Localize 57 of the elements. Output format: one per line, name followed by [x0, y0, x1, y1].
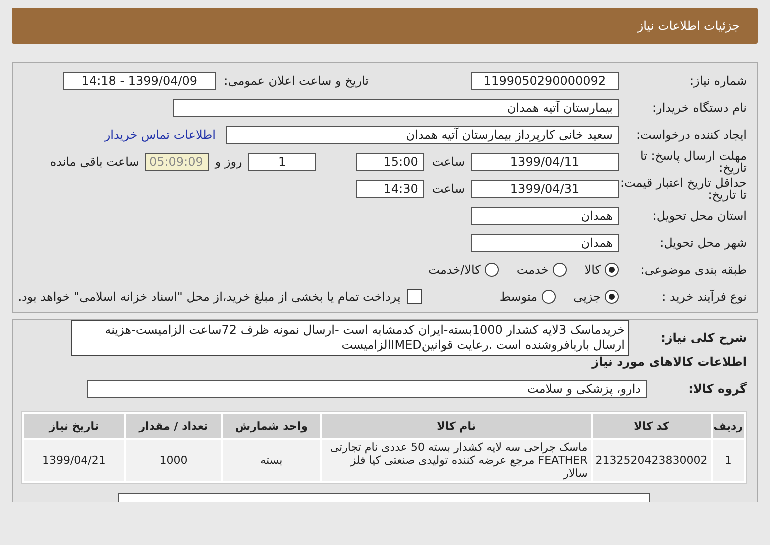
radio-label: کالا — [584, 262, 601, 276]
description-box: خریدماسک 3لایه کشدار 1000بسته-ایران کدمشابه است -ارسال نمونه ظرف 72ساعت الزامیست-هزینه ارسال باربافروشنده است .رعایت قوانینIMEDالزامیست — [71, 320, 629, 356]
field-label: حداقل تاریخ اعتبار قیمت: تا تاریخ: — [619, 176, 747, 200]
field-label: گروه کالا: — [688, 382, 747, 394]
input-field[interactable]: همدان — [471, 234, 619, 252]
table-cell: ماسک جراحی سه لایه کشدار بسته 50 عددی نام تجارتی FEATHER مرجع عرضه کننده تولیدی صنعتی کیا فلز سالار — [322, 440, 591, 481]
radio-button[interactable] — [484, 262, 499, 276]
column-header: تعداد / مقدار — [126, 414, 222, 438]
field-label: نام دستگاه خریدار: — [652, 102, 747, 114]
input-field[interactable]: دارو، پزشکی و سلامت — [87, 380, 647, 398]
table-cell: 1000 — [126, 440, 222, 481]
radio-button[interactable] — [542, 290, 556, 304]
table-cell: 2132520423830002 — [592, 440, 711, 481]
field-label: شرح کلی نیاز: — [660, 332, 747, 344]
column-header: نام کالا — [322, 414, 591, 438]
table-cell: 1 — [712, 440, 744, 481]
field-label: تاریخ و ساعت اعلان عمومی: — [224, 74, 369, 88]
field-label: شهر محل تحویل: — [659, 236, 747, 248]
input-field[interactable]: همدان — [471, 206, 619, 224]
section-heading: اطلاعات کالاهای مورد نیاز — [592, 355, 747, 369]
input-field[interactable]: بیمارستان آتیه همدان — [173, 98, 619, 116]
column-header: واحد شمارش — [223, 414, 320, 438]
column-header: ردیف — [712, 414, 744, 438]
field-label: ساعت باقی مانده — [50, 154, 140, 168]
input-field[interactable]: 1199050290000092 — [471, 72, 619, 90]
input-field[interactable]: 1399/04/31 — [471, 180, 619, 198]
input-field[interactable]: 15:00 — [356, 152, 424, 170]
field-label: استان محل تحویل: — [652, 210, 747, 222]
radio-button[interactable] — [605, 290, 619, 304]
field-label: شماره نیاز: — [689, 74, 747, 86]
radio-label: جزیی — [574, 290, 601, 304]
input-field[interactable]: 1399/04/09 - 14:18 — [63, 72, 216, 90]
countdown-field: 05:09:09 — [145, 152, 210, 170]
input-field[interactable]: سعید خانی کارپرداز بیمارستان آتیه همدان — [226, 126, 619, 144]
radio-label: کالا/خدمت — [428, 262, 481, 276]
field-label: طبقه بندی موضوعی: — [640, 264, 747, 276]
table-cell: بسته — [223, 440, 320, 481]
field-label: ساعت — [432, 182, 465, 196]
radio-label: متوسط — [500, 290, 538, 304]
radio-label: خدمت — [516, 262, 549, 276]
input-field[interactable]: 1 — [248, 152, 316, 170]
checkbox[interactable] — [406, 289, 422, 304]
column-header: تاریخ نیاز — [24, 414, 124, 438]
input-field[interactable]: 1399/04/11 — [471, 152, 619, 170]
field-label: ایجاد کننده درخواست: — [635, 128, 747, 140]
header-title: جزئیات اطلاعات نیاز — [638, 19, 740, 33]
field-label: روز و — [215, 154, 242, 168]
table-cell: 1399/04/21 — [24, 440, 124, 481]
field-label: مهلت ارسال پاسخ: تا تاریخ: — [639, 150, 747, 174]
checkbox-label: پرداخت تمام یا بخشی از مبلغ خرید،از محل "اسناد خزانه اسلامی" خواهد بود. — [18, 290, 401, 304]
radio-button[interactable] — [552, 262, 567, 276]
field-label: ساعت — [432, 154, 465, 168]
field-label: نوع فرآیند خرید : — [661, 290, 747, 302]
contact-link[interactable]: اطلاعات تماس خریدار — [104, 128, 216, 142]
input-field[interactable]: 14:30 — [356, 180, 424, 198]
column-header: کد کالا — [592, 414, 711, 438]
radio-button[interactable] — [605, 262, 619, 276]
